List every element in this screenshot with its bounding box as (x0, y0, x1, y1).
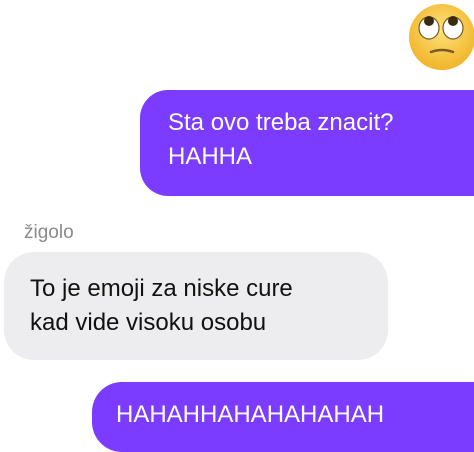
outgoing-message-bubble[interactable]: HAHAHHAHAHAHAHAH (92, 382, 474, 452)
incoming-message-bubble[interactable]: To je emoji za niske cure kad vide visok… (4, 252, 388, 360)
sender-name: žigolo (24, 222, 74, 243)
outgoing-message-bubble[interactable]: Sta ovo treba znacit? HAHHA (140, 90, 474, 196)
eye-roll-emoji-icon (409, 4, 474, 70)
